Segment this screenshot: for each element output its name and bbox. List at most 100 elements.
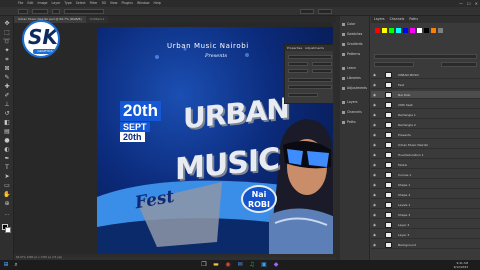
property-field[interactable] <box>288 93 318 97</box>
brush-tool-icon[interactable]: ✐ <box>3 92 11 99</box>
tab-paths[interactable]: Paths <box>409 16 418 23</box>
panel-patterns[interactable]: Patterns <box>340 50 370 59</box>
color-swatch[interactable] <box>375 28 380 33</box>
layer-row[interactable]: ◉ Levels 1 <box>371 201 480 209</box>
transform-controls-checkbox[interactable] <box>52 9 60 14</box>
panel-adjustments[interactable]: Adjustments <box>340 84 370 93</box>
visibility-eye-icon[interactable]: ◉ <box>373 103 377 107</box>
tab-properties[interactable]: Properties <box>287 45 302 51</box>
menu-select[interactable]: Select <box>76 0 86 7</box>
blur-tool-icon[interactable]: ● <box>3 137 11 144</box>
visibility-eye-icon[interactable]: ◉ <box>373 203 377 207</box>
visibility-eye-icon[interactable]: ◉ <box>373 233 377 237</box>
menu-window[interactable]: Window <box>137 0 150 7</box>
rectangle-tool-icon[interactable]: ▭ <box>3 182 11 189</box>
layer-row[interactable]: ◉ Layer 3 <box>371 231 480 239</box>
blend-mode-dropdown[interactable] <box>374 62 414 67</box>
layer-row[interactable]: ◉ Rectangle 1 <box>371 111 480 119</box>
panel-channels[interactable]: Channels <box>340 108 370 117</box>
menu-view[interactable]: View <box>110 0 118 7</box>
property-field[interactable] <box>288 85 332 89</box>
search-icon[interactable]: ⌕ <box>12 261 20 269</box>
type-tool-icon[interactable]: T <box>3 164 11 171</box>
close-button[interactable]: ✕ <box>475 0 478 7</box>
opacity-field[interactable] <box>441 62 477 67</box>
panel-learn[interactable]: Learn <box>340 64 370 73</box>
history-brush-tool-icon[interactable]: ↺ <box>3 110 11 117</box>
layer-filter-bar[interactable] <box>374 54 477 59</box>
panel-color[interactable]: Color <box>340 20 370 29</box>
lasso-tool-icon[interactable]: ➰ <box>3 38 11 45</box>
layer-row[interactable]: ◉ Shape 2 <box>371 191 480 199</box>
property-field[interactable] <box>288 55 332 59</box>
align-buttons[interactable] <box>64 9 104 14</box>
maximize-button[interactable]: ☐ <box>467 0 471 7</box>
task-view-icon[interactable]: ❐ <box>200 261 208 269</box>
visibility-eye-icon[interactable]: ◉ <box>373 183 377 187</box>
menu-image[interactable]: Image <box>38 0 48 7</box>
color-swatch[interactable] <box>417 28 422 33</box>
visibility-eye-icon[interactable]: ◉ <box>373 223 377 227</box>
browser-icon[interactable]: ◉ <box>224 261 232 269</box>
panel-gradients[interactable]: Gradients <box>340 40 370 49</box>
tab-channels[interactable]: Channels <box>390 16 405 23</box>
share-button[interactable] <box>318 9 332 14</box>
photoshop-icon[interactable]: ▣ <box>260 261 268 269</box>
color-swatch[interactable] <box>403 28 408 33</box>
more-tools-icon[interactable]: ⋯ <box>3 212 11 219</box>
color-swatch[interactable] <box>382 28 387 33</box>
visibility-eye-icon[interactable]: ◉ <box>373 83 377 87</box>
property-field[interactable] <box>288 69 308 73</box>
eyedropper-tool-icon[interactable]: ✎ <box>3 74 11 81</box>
visibility-eye-icon[interactable]: ◉ <box>373 193 377 197</box>
mail-icon[interactable]: ✉ <box>236 261 244 269</box>
visibility-eye-icon[interactable]: ◉ <box>373 133 377 137</box>
visibility-eye-icon[interactable]: ◉ <box>373 213 377 217</box>
property-field[interactable] <box>288 78 332 82</box>
layer-row[interactable]: ◉ Rectangle 2 <box>371 121 480 129</box>
property-field[interactable] <box>288 62 308 66</box>
hand-tool-icon[interactable]: ✋ <box>3 191 11 198</box>
property-field[interactable] <box>312 69 332 73</box>
auto-select-dropdown[interactable] <box>32 9 48 14</box>
property-field[interactable] <box>312 62 332 66</box>
crop-tool-icon[interactable]: ⌗ <box>3 56 11 63</box>
visibility-eye-icon[interactable]: ◉ <box>373 243 377 247</box>
layer-row[interactable]: ◉ Layer 4 <box>371 221 480 229</box>
start-icon[interactable]: ⊞ <box>2 261 10 269</box>
visibility-eye-icon[interactable]: ◉ <box>373 163 377 167</box>
visibility-eye-icon[interactable]: ◉ <box>373 73 377 77</box>
minimize-button[interactable]: — <box>459 0 463 7</box>
file-explorer-icon[interactable]: ▬ <box>212 261 220 269</box>
visibility-eye-icon[interactable]: ◉ <box>373 153 377 157</box>
visibility-eye-icon[interactable]: ◉ <box>373 93 377 97</box>
marquee-tool-icon[interactable]: ⬚ <box>3 29 11 36</box>
color-swatch[interactable] <box>424 28 429 33</box>
background-color-swatch[interactable] <box>5 227 11 233</box>
menu-filter[interactable]: Filter <box>90 0 98 7</box>
color-swatch[interactable] <box>389 28 394 33</box>
gradient-tool-icon[interactable]: ▤ <box>3 128 11 135</box>
tab-untitled-1[interactable]: Untitled-1 <box>85 16 109 23</box>
visibility-eye-icon[interactable]: ◉ <box>373 113 377 117</box>
move-tool-icon[interactable]: ✥ <box>3 20 11 27</box>
layer-row[interactable]: ◉ Background <box>371 241 480 249</box>
clone-stamp-tool-icon[interactable]: ⊥ <box>3 101 11 108</box>
menu-layer[interactable]: Layer <box>52 0 61 7</box>
layer-row[interactable]: ◉ 20th Sept <box>371 101 480 109</box>
tool-preset-picker[interactable] <box>18 9 28 14</box>
color-swatch[interactable] <box>431 28 436 33</box>
search-field[interactable] <box>300 9 314 14</box>
menu-type[interactable]: Type <box>64 0 71 7</box>
layer-row[interactable]: ◉ Shape 1 <box>371 181 480 189</box>
layer-row[interactable]: ◉ URBAN MUSIC <box>371 71 480 79</box>
visibility-eye-icon[interactable]: ◉ <box>373 173 377 177</box>
menu-edit[interactable]: Edit <box>27 0 33 7</box>
path-selection-tool-icon[interactable]: ➤ <box>3 173 11 180</box>
eraser-tool-icon[interactable]: ◧ <box>3 119 11 126</box>
panel-layers[interactable]: Layers <box>340 98 370 107</box>
color-swatch[interactable] <box>410 28 415 33</box>
dodge-tool-icon[interactable]: ◐ <box>3 146 11 153</box>
layer-row[interactable]: ◉ Presents <box>371 131 480 139</box>
panel-paths[interactable]: Paths <box>340 118 370 127</box>
